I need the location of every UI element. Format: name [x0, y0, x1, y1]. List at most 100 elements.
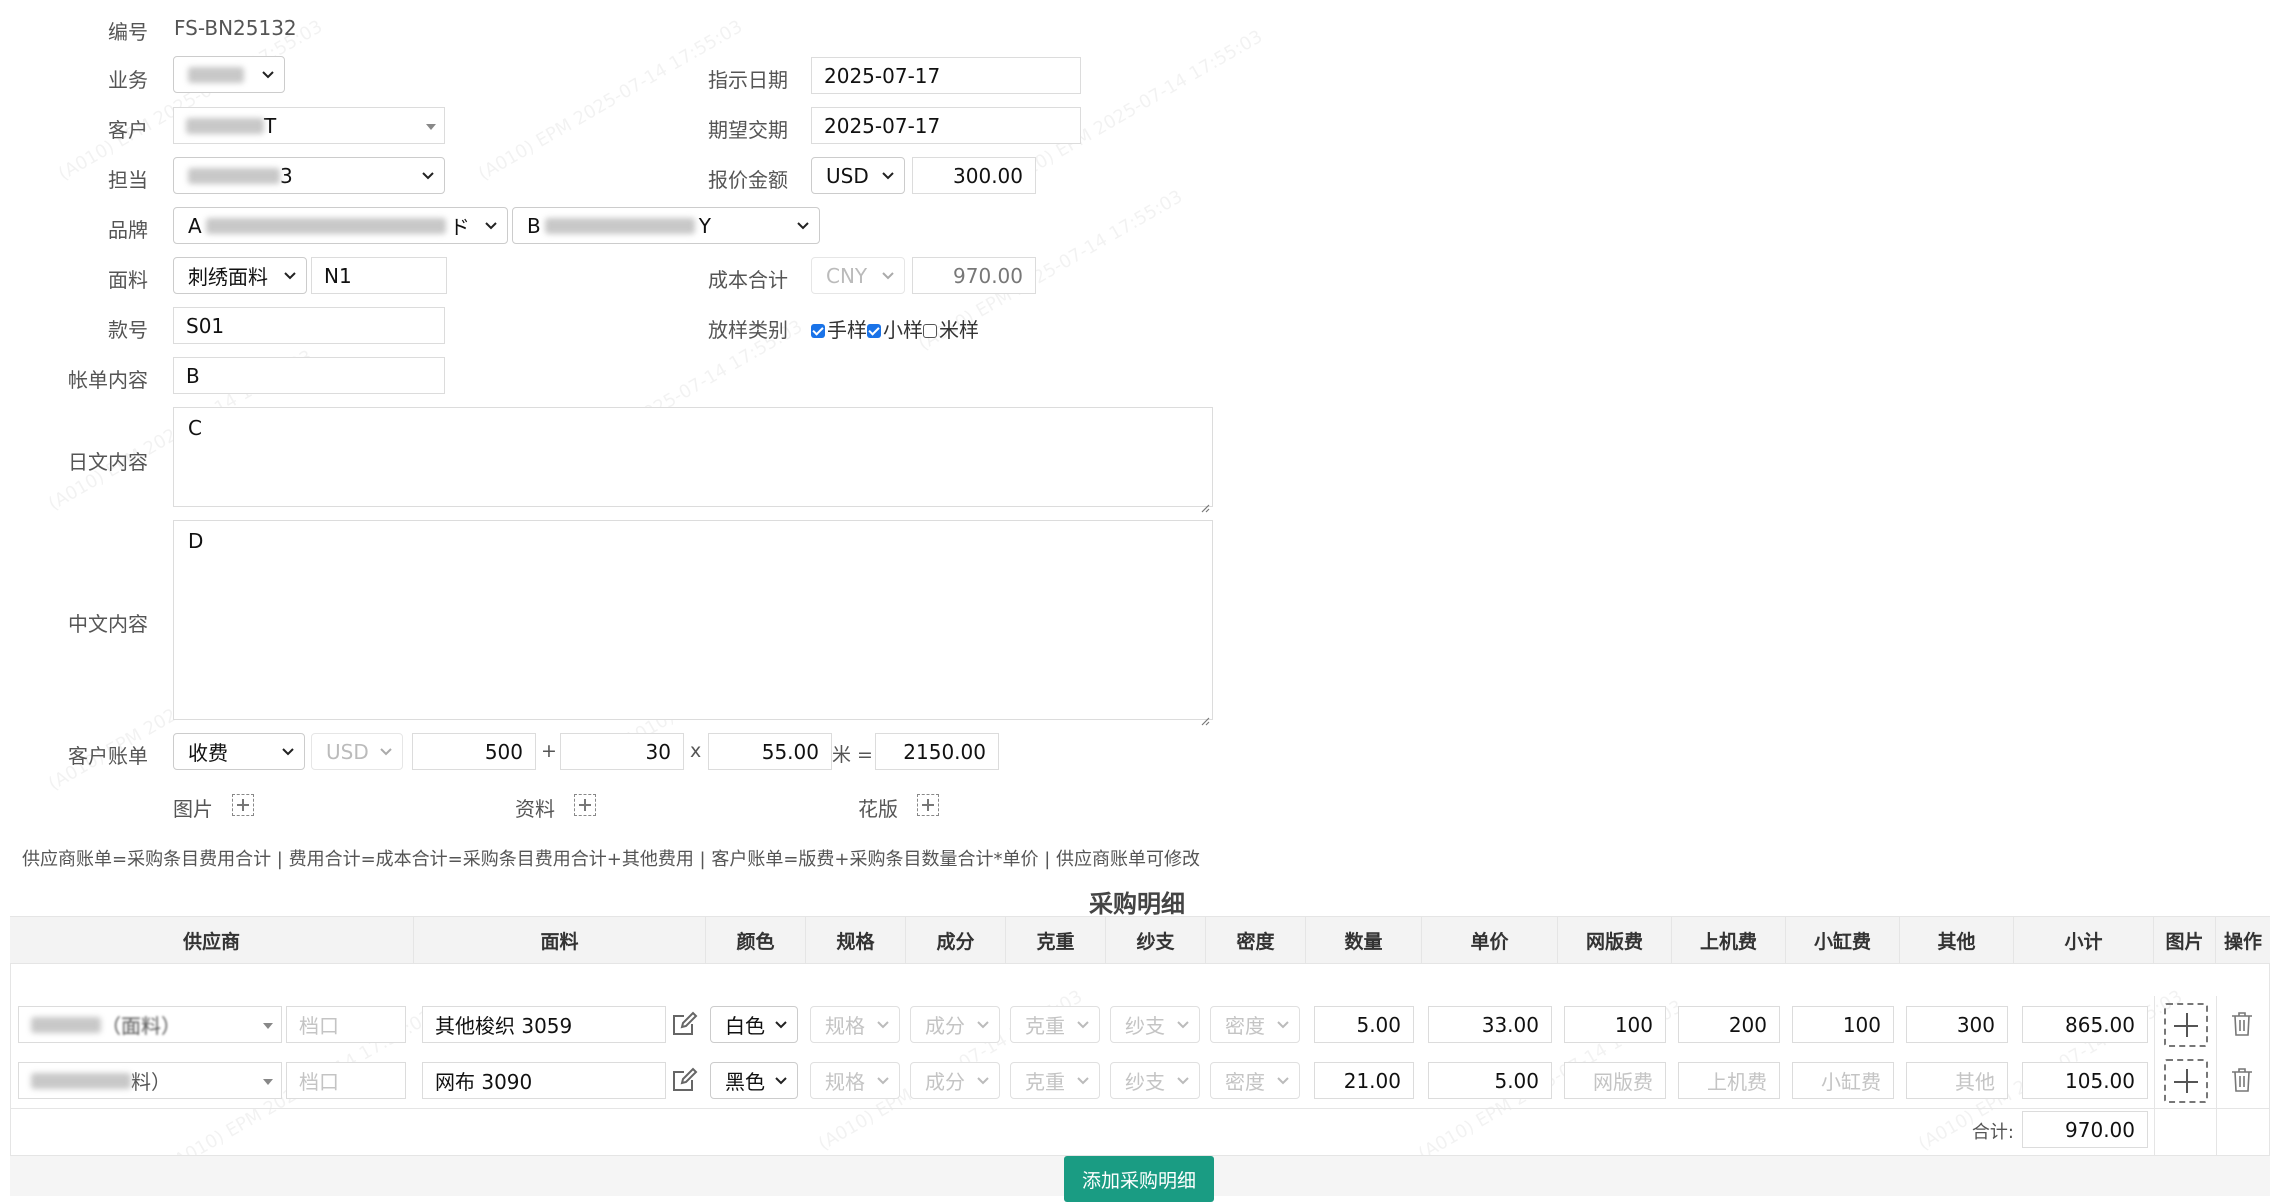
yarn-select[interactable]: 纱支	[1110, 1006, 1200, 1043]
yarn-select[interactable]: 纱支	[1110, 1062, 1200, 1099]
cost-currency-select[interactable]: CNY	[811, 257, 905, 294]
fabric-code-input[interactable]: N1	[311, 257, 447, 294]
composition-select[interactable]: 成分	[910, 1006, 1000, 1043]
subtotal-value: 105.00	[2065, 1068, 2135, 1093]
machine-fee-value: 200	[1728, 1012, 1767, 1037]
edit-icon[interactable]	[670, 1066, 698, 1094]
watermark: (A010) EPM 2025-07-14 17:55:03	[474, 16, 747, 185]
subtotal-input[interactable]: 105.00	[2022, 1062, 2148, 1099]
density-select[interactable]: 密度	[1210, 1062, 1300, 1099]
resize-grip-icon[interactable]	[1200, 707, 1210, 726]
sample-small-checkbox[interactable]	[867, 323, 881, 338]
composition-placeholder: 成分	[925, 1070, 965, 1094]
chevron-down-icon	[379, 744, 393, 758]
other-fee-input[interactable]: 300	[1906, 1006, 2008, 1043]
supplier-select[interactable]: 料）	[18, 1062, 282, 1099]
color-select[interactable]: 白色	[710, 1006, 798, 1043]
other-fee-input[interactable]: 其他	[1906, 1062, 2008, 1099]
client-bill-a-value: 500	[484, 739, 523, 764]
jp-content-textarea[interactable]: C	[173, 407, 1213, 513]
quote-label: 报价金额	[708, 168, 788, 192]
bill-input[interactable]: B	[173, 357, 445, 394]
customer-select[interactable]: T	[173, 107, 445, 144]
th-unit-price: 单价	[1422, 916, 1558, 964]
density-select[interactable]: 密度	[1210, 1006, 1300, 1043]
jp-content-label: 日文内容	[68, 450, 148, 474]
supplier-select[interactable]: （面料）	[18, 1006, 282, 1043]
add-image-icon[interactable]	[232, 794, 254, 816]
chevron-down-icon	[261, 67, 275, 81]
th-machine-fee: 上机费	[1672, 916, 1786, 964]
plus-sign: +	[541, 740, 557, 762]
client-bill-total-input[interactable]: 2150.00	[875, 733, 999, 770]
add-row-image-icon[interactable]	[2164, 1003, 2208, 1047]
fabric-name-value: 其他梭织 3059	[435, 1014, 573, 1038]
dye-fee-input[interactable]: 小缸费	[1792, 1062, 1894, 1099]
machine-fee-input[interactable]: 上机费	[1678, 1062, 1780, 1099]
brand-select-2[interactable]: BY	[512, 207, 820, 244]
supplier-suffix: 料）	[131, 1070, 171, 1094]
cn-content-textarea[interactable]: D	[173, 520, 1213, 726]
client-bill-a-input[interactable]: 500	[412, 733, 536, 770]
add-row-image-icon[interactable]	[2164, 1059, 2208, 1103]
add-material-icon[interactable]	[574, 794, 596, 816]
unit-price-input[interactable]: 33.00	[1428, 1006, 1552, 1043]
client-bill-type-select[interactable]: 收费	[173, 733, 305, 770]
quote-amount-input[interactable]: 300.00	[912, 157, 1036, 194]
th-density: 密度	[1206, 916, 1306, 964]
add-purchase-detail-button[interactable]: 添加采购明细	[1064, 1156, 1214, 1202]
unit-price-input[interactable]: 5.00	[1428, 1062, 1552, 1099]
sample-hand-checkbox[interactable]	[811, 323, 825, 338]
sample-meter-checkbox[interactable]	[923, 323, 937, 338]
color-value: 白色	[725, 1014, 765, 1038]
style-value: S01	[186, 313, 225, 338]
quote-currency-select[interactable]: USD	[811, 157, 905, 194]
weight-select[interactable]: 克重	[1010, 1006, 1100, 1043]
th-action: 操作	[2223, 930, 2262, 953]
chevron-down-icon	[1276, 1017, 1290, 1031]
resize-grip-icon[interactable]	[1200, 494, 1210, 513]
chevron-down-icon	[876, 1073, 890, 1087]
spec-select[interactable]: 规格	[810, 1062, 900, 1099]
screen-fee-input[interactable]: 网版费	[1564, 1062, 1666, 1099]
client-bill-label: 客户账单	[68, 744, 148, 768]
fabric-type-select[interactable]: 刺绣面料	[173, 257, 307, 294]
color-select[interactable]: 黑色	[710, 1062, 798, 1099]
machine-fee-input[interactable]: 200	[1678, 1006, 1780, 1043]
screen-fee-input[interactable]: 100	[1564, 1006, 1666, 1043]
quantity-input[interactable]: 5.00	[1314, 1006, 1414, 1043]
edit-icon[interactable]	[670, 1010, 698, 1038]
brand2-suffix: Y	[698, 213, 711, 238]
machine-fee-placeholder: 上机费	[1707, 1070, 1767, 1094]
business-select[interactable]	[173, 56, 285, 93]
expect-date-input[interactable]: 2025-07-17	[811, 107, 1081, 144]
owner-select[interactable]: 3	[173, 157, 445, 194]
brand-select-1[interactable]: Aド	[173, 207, 508, 244]
dye-fee-input[interactable]: 100	[1792, 1006, 1894, 1043]
weight-select[interactable]: 克重	[1010, 1062, 1100, 1099]
total-value: 970.00	[2065, 1117, 2135, 1142]
jp-content-value: C	[188, 416, 202, 440]
spec-select[interactable]: 规格	[810, 1006, 900, 1043]
client-bill-b-value: 30	[645, 739, 671, 764]
chevron-down-icon	[1176, 1073, 1190, 1087]
cn-content-value: D	[188, 529, 204, 553]
fabric-name-input[interactable]: 其他梭织 3059	[422, 1006, 666, 1043]
trash-icon[interactable]	[2230, 1011, 2254, 1037]
client-bill-b-input[interactable]: 30	[560, 733, 684, 770]
instruct-date-input[interactable]: 2025-07-17	[811, 57, 1081, 94]
trash-icon[interactable]	[2230, 1067, 2254, 1093]
add-pattern-icon[interactable]	[917, 794, 939, 816]
stall-input[interactable]: 档口	[286, 1062, 406, 1099]
composition-select[interactable]: 成分	[910, 1062, 1000, 1099]
customer-suffix: T	[264, 113, 277, 138]
client-bill-c-input[interactable]: 55.00	[708, 733, 832, 770]
stall-input[interactable]: 档口	[286, 1006, 406, 1043]
fabric-name-input[interactable]: 网布 3090	[422, 1062, 666, 1099]
quantity-input[interactable]: 21.00	[1314, 1062, 1414, 1099]
total-input[interactable]: 970.00	[2022, 1111, 2148, 1148]
cost-amount-input[interactable]: 970.00	[912, 257, 1036, 294]
client-bill-currency-select[interactable]: USD	[311, 733, 403, 770]
subtotal-input[interactable]: 865.00	[2022, 1006, 2148, 1043]
style-input[interactable]: S01	[173, 307, 445, 344]
